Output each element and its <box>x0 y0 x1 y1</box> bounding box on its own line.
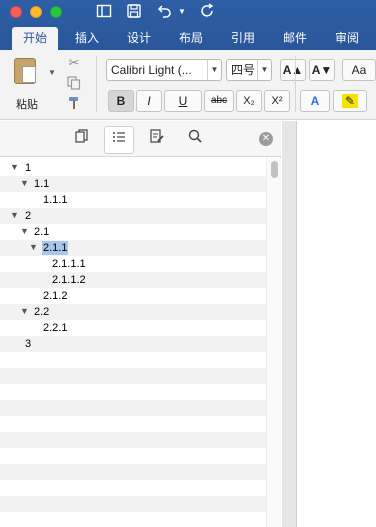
heading-row[interactable]: 2.1.1.1 <box>0 256 266 272</box>
ribbon-tab-bar: 开始 插入 设计 布局 引用 邮件 审阅 <box>0 27 376 50</box>
search-icon[interactable] <box>180 126 210 154</box>
font-name-combo[interactable]: Calibri Light (... ▼ <box>106 59 222 81</box>
chevron-down-icon[interactable]: ▼ <box>48 68 56 77</box>
thumbnails-view-icon[interactable] <box>67 126 97 154</box>
tab-references[interactable]: 引用 <box>220 27 266 50</box>
heading-text[interactable]: 1.1 <box>33 177 50 191</box>
undo-dropdown-icon[interactable]: ▼ <box>178 3 186 21</box>
heading-row[interactable]: 2.2.1 <box>0 320 266 336</box>
tab-design[interactable]: 设计 <box>116 27 162 50</box>
cut-icon[interactable]: ✂ <box>65 54 83 72</box>
edit-view-icon[interactable] <box>142 126 172 154</box>
undo-icon[interactable] <box>156 3 172 23</box>
underline-button[interactable]: U <box>164 90 202 112</box>
empty-row <box>0 464 266 480</box>
heading-row[interactable]: ▼ 1.1 <box>0 176 266 192</box>
heading-row[interactable]: ▼ 2.2 <box>0 304 266 320</box>
tab-layout[interactable]: 布局 <box>168 27 214 50</box>
paste-button[interactable]: ▼ 粘贴 <box>8 56 58 114</box>
paste-paper-icon <box>22 66 36 83</box>
save-icon[interactable] <box>126 3 142 23</box>
font-size-combo[interactable]: 四号 ▼ <box>226 59 272 81</box>
italic-button[interactable]: I <box>136 90 162 112</box>
heading-text[interactable]: 1.1.1 <box>42 193 68 207</box>
headings-outline: ▼ 1 ▼ 1.1 1.1.1 ▼ 2 ▼ 2.1 ▼ 2.1.1 2.1.1.… <box>0 158 266 527</box>
subscript-button[interactable]: X₂ <box>236 90 262 112</box>
strikethrough-button[interactable]: abc <box>204 90 234 112</box>
empty-row <box>0 480 266 496</box>
empty-row <box>0 400 266 416</box>
navigation-pane: ✕ ▼ 1 ▼ 1.1 1.1.1 ▼ 2 ▼ 2.1 ▼ 2.1.1 2.1.… <box>0 121 281 527</box>
bold-button[interactable]: B <box>108 90 134 112</box>
heading-row[interactable]: ▼ 2 <box>0 208 266 224</box>
heading-row[interactable]: 2.1.1.2 <box>0 272 266 288</box>
heading-row[interactable]: 2.1.2 <box>0 288 266 304</box>
heading-text[interactable]: 2 <box>24 209 32 223</box>
font-name-value: Calibri Light (... <box>111 63 192 77</box>
empty-row <box>0 352 266 368</box>
document-page[interactable] <box>296 121 376 527</box>
tab-mailings[interactable]: 邮件 <box>272 27 318 50</box>
change-case-button[interactable]: Aa <box>342 59 376 81</box>
copy-icon[interactable] <box>65 76 83 94</box>
empty-row <box>0 368 266 384</box>
heading-text[interactable]: 2.1.1.1 <box>51 257 87 271</box>
expand-triangle-icon[interactable]: ▼ <box>10 210 19 220</box>
expand-triangle-icon[interactable]: ▼ <box>20 226 29 236</box>
document-area <box>282 121 376 527</box>
zoom-window-button[interactable] <box>50 6 62 18</box>
superscript-button[interactable]: X² <box>264 90 290 112</box>
heading-row[interactable]: 1.1.1 <box>0 192 266 208</box>
empty-row <box>0 384 266 400</box>
close-icon[interactable]: ✕ <box>259 132 273 146</box>
heading-text[interactable]: 2.2.1 <box>42 321 68 335</box>
expand-triangle-icon[interactable]: ▼ <box>10 162 19 172</box>
highlight-button[interactable]: ✎ <box>333 90 367 112</box>
empty-row <box>0 432 266 448</box>
heading-text[interactable]: 3 <box>24 337 32 351</box>
navigation-scrollbar[interactable] <box>266 158 281 527</box>
grow-font-button[interactable]: A▲ <box>280 59 306 81</box>
heading-text[interactable]: 1 <box>24 161 32 175</box>
font-size-value: 四号 <box>231 63 256 77</box>
shrink-font-button[interactable]: A▼ <box>309 59 335 81</box>
heading-text[interactable]: 2.1.1 <box>42 241 69 255</box>
chevron-down-icon[interactable]: ▼ <box>207 60 221 80</box>
minimize-window-button[interactable] <box>30 6 42 18</box>
heading-row[interactable]: 3 <box>0 336 266 352</box>
headings-view-icon[interactable] <box>104 126 134 154</box>
expand-triangle-icon[interactable]: ▼ <box>20 178 29 188</box>
expand-triangle-icon[interactable]: ▼ <box>29 242 38 252</box>
heading-row[interactable]: ▼ 1 <box>0 160 266 176</box>
empty-row <box>0 416 266 432</box>
tab-home[interactable]: 开始 <box>12 27 58 50</box>
heading-text[interactable]: 2.1.2 <box>42 289 68 303</box>
close-window-button[interactable] <box>10 6 22 18</box>
chevron-down-icon[interactable]: ▼ <box>257 60 271 80</box>
heading-row[interactable]: ▼ 2.1 <box>0 224 266 240</box>
tab-insert[interactable]: 插入 <box>64 27 110 50</box>
paste-label: 粘贴 <box>16 99 38 111</box>
empty-row <box>0 512 266 527</box>
text-effects-button[interactable]: A <box>300 90 330 112</box>
highlighter-icon: ✎ <box>341 94 359 108</box>
scrollbar-thumb[interactable] <box>271 161 278 178</box>
empty-row <box>0 496 266 512</box>
navigation-toolbar: ✕ <box>0 121 281 157</box>
ribbon-divider <box>96 56 97 112</box>
ribbon-home: ▼ 粘贴 ✂ Calibri Light (... ▼ 四号 ▼ A▲ A▼ A… <box>0 50 376 120</box>
heading-row-selected[interactable]: ▼ 2.1.1 <box>0 240 266 256</box>
title-bar: ▼ 开始 插入 设计 布局 引用 邮件 审阅 <box>0 0 376 50</box>
heading-text[interactable]: 2.1.1.2 <box>51 273 87 287</box>
tab-review[interactable]: 审阅 <box>324 27 370 50</box>
redo-icon[interactable] <box>200 3 216 23</box>
empty-row <box>0 448 266 464</box>
heading-text[interactable]: 2.2 <box>33 305 50 319</box>
ribbon-divider <box>295 56 296 112</box>
expand-triangle-icon[interactable]: ▼ <box>20 306 29 316</box>
format-painter-icon[interactable] <box>65 96 83 114</box>
heading-text[interactable]: 2.1 <box>33 225 50 239</box>
sidebar-icon[interactable] <box>96 3 112 23</box>
